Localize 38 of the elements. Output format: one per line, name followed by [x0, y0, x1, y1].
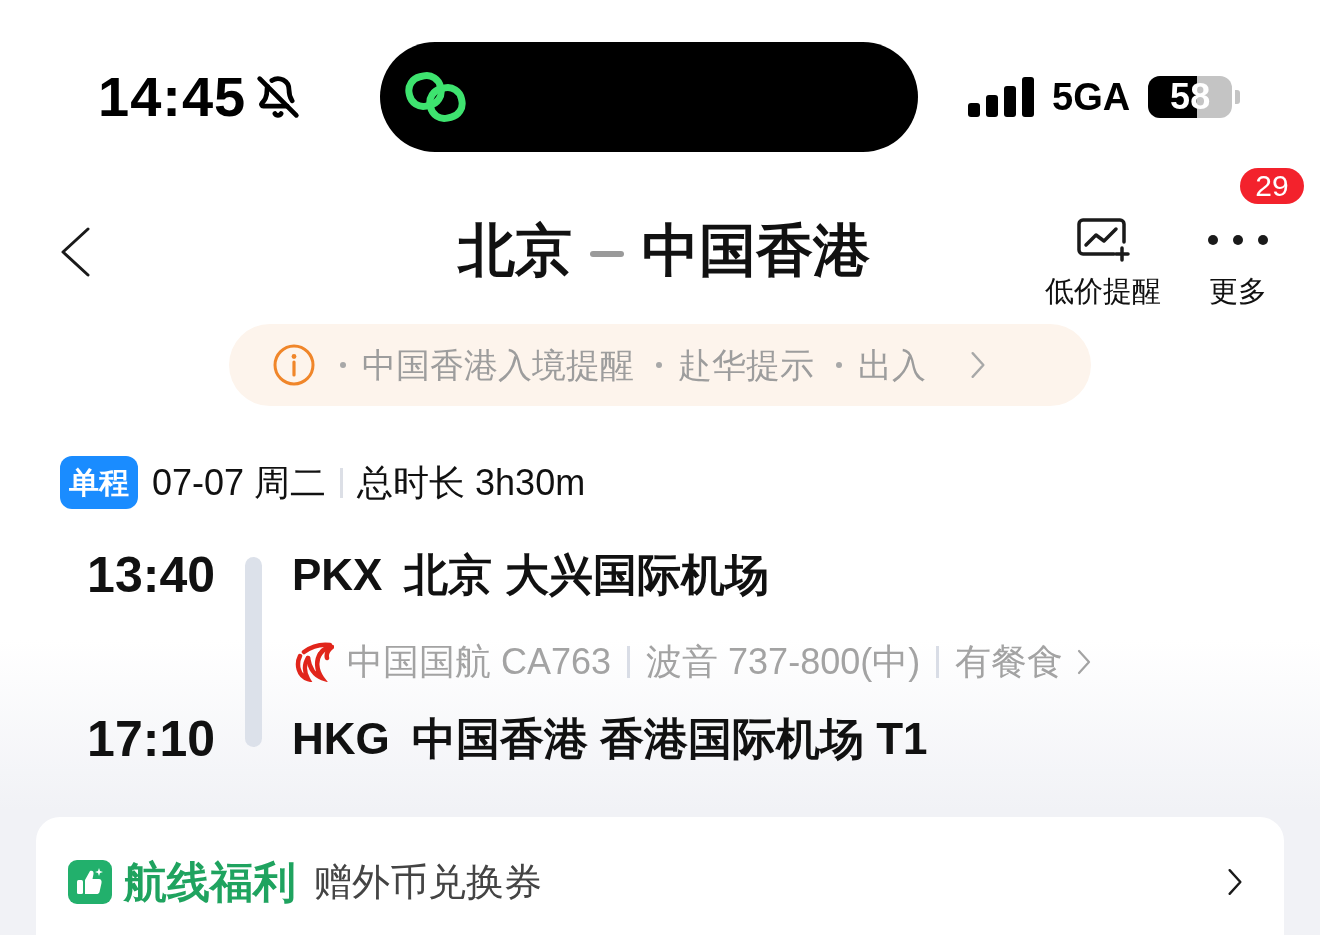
flight-duration: 总时长 3h30m	[357, 460, 586, 505]
bullet-dot-icon	[836, 362, 842, 368]
flight-detail-text[interactable]: 有餐食	[955, 640, 1064, 684]
chevron-right-icon	[1227, 868, 1243, 896]
notice-link[interactable]: 中国香港入境提醒	[362, 345, 634, 385]
bullet-dot-icon	[656, 362, 662, 368]
header-action-button[interactable]: 更多	[1207, 218, 1269, 308]
count-badge: 29	[1240, 168, 1304, 204]
arrival-time: 17:10	[87, 711, 215, 767]
chevron-right-icon	[1077, 649, 1092, 675]
notice-link[interactable]: 赴华提示	[678, 345, 814, 385]
flight-detail-text: 波音 737-800(中)	[646, 640, 921, 684]
chart-plus-icon	[1076, 218, 1130, 262]
benefit-card[interactable]: 航线福利 赠外币兑换券	[36, 817, 1284, 935]
bullet-dot-icon	[340, 362, 346, 368]
benefit-text: 赠外币兑换券	[314, 860, 543, 905]
airport-code: HKG	[292, 713, 390, 765]
notice-link[interactable]: 出入	[858, 345, 926, 385]
thumbs-up-icon	[68, 860, 112, 904]
battery-cap-icon	[1235, 90, 1241, 104]
benefit-title: 航线福利	[124, 857, 296, 907]
more-icon	[1207, 234, 1269, 246]
airport-name: 北京 大兴国际机场	[404, 549, 769, 601]
airport-code: PKX	[292, 549, 383, 601]
flight-date: 07-07 周二	[152, 460, 327, 505]
info-icon	[273, 344, 315, 386]
route-destination: 中国香港	[641, 218, 870, 282]
dash-icon	[589, 251, 624, 257]
flight-detail-text: 中国国航 CA763	[347, 640, 612, 684]
trip-type-tag: 单程	[60, 456, 138, 509]
departure-time: 13:40	[87, 547, 215, 603]
route-origin: 北京	[457, 218, 572, 282]
network-type: 5GA	[1052, 78, 1131, 116]
signal-icon	[968, 77, 1034, 117]
header-action-button[interactable]: 低价提醒	[1045, 218, 1161, 308]
airport-name: 中国香港 香港国际机场 T1	[411, 713, 928, 765]
status-time: 14:45	[98, 69, 247, 125]
chevron-right-icon	[970, 351, 986, 379]
